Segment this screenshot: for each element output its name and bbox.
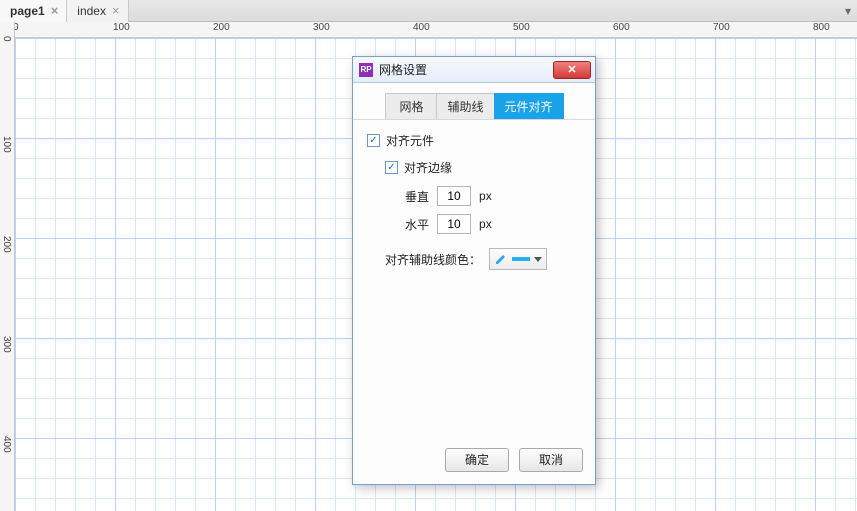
ruler-tick: 200 <box>213 22 230 33</box>
grid-settings-dialog: RP 网格设置 ✕ 网格 辅助线 元件对齐 ✓ 对齐元件 ✓ 对齐边缘 垂直 p… <box>352 56 596 485</box>
horizontal-row: 水平 px <box>405 214 581 234</box>
close-icon[interactable]: × <box>51 4 59 17</box>
align-widgets-row: ✓ 对齐元件 <box>367 132 581 149</box>
tab-label: 网格 <box>399 100 423 114</box>
align-edges-label: 对齐边缘 <box>404 159 452 176</box>
tab-guides[interactable]: 辅助线 <box>436 93 494 119</box>
dialog-title: 网格设置 <box>379 61 427 78</box>
color-swatch <box>512 257 530 261</box>
guide-color-picker[interactable] <box>489 248 547 270</box>
page-tab-label: page1 <box>10 4 45 18</box>
ruler-tick: 800 <box>813 22 830 33</box>
page-tab-label: index <box>77 4 106 18</box>
ruler-tick: 0 <box>15 22 19 33</box>
ruler-tick: 100 <box>113 22 130 33</box>
ruler-tick: 700 <box>713 22 730 33</box>
horizontal-ruler: 0 100 200 300 400 500 600 700 800 <box>15 22 857 38</box>
app-icon: RP <box>359 63 373 77</box>
align-widgets-checkbox[interactable]: ✓ <box>367 134 380 147</box>
close-icon[interactable]: × <box>112 4 120 17</box>
dialog-footer: 确定 取消 <box>353 440 595 484</box>
align-edges-row: ✓ 对齐边缘 <box>385 159 581 176</box>
ruler-tick: 300 <box>313 22 330 33</box>
ruler-tick: 400 <box>1 436 12 453</box>
align-widgets-label: 对齐元件 <box>386 132 434 149</box>
cancel-button[interactable]: 取消 <box>519 448 583 472</box>
tabs-overflow-button[interactable]: ▾ <box>839 4 857 18</box>
guide-color-row: 对齐辅助线颜色： <box>385 248 581 270</box>
unit-label: px <box>479 217 492 231</box>
dialog-tabs: 网格 辅助线 元件对齐 <box>353 83 595 120</box>
tab-widget-align[interactable]: 元件对齐 <box>494 93 564 119</box>
page-tab-index[interactable]: index × <box>67 0 128 22</box>
dialog-titlebar[interactable]: RP 网格设置 ✕ <box>353 57 595 83</box>
button-label: 取消 <box>539 453 563 467</box>
align-edges-checkbox[interactable]: ✓ <box>385 161 398 174</box>
unit-label: px <box>479 189 492 203</box>
vertical-input[interactable] <box>437 186 471 206</box>
ruler-tick: 600 <box>613 22 630 33</box>
tab-label: 元件对齐 <box>505 100 553 114</box>
ruler-tick: 500 <box>513 22 530 33</box>
page-tabs: page1 × index × ▾ <box>0 0 857 22</box>
pencil-icon <box>494 252 508 266</box>
horizontal-input[interactable] <box>437 214 471 234</box>
horizontal-label: 水平 <box>405 216 429 233</box>
ruler-tick: 200 <box>1 236 12 253</box>
button-label: 确定 <box>465 453 489 467</box>
vertical-ruler: 0 100 200 300 400 <box>0 22 15 511</box>
tab-label: 辅助线 <box>447 100 483 114</box>
page-tab-page1[interactable]: page1 × <box>0 0 67 22</box>
close-button[interactable]: ✕ <box>553 61 591 79</box>
tab-grid[interactable]: 网格 <box>385 93 437 119</box>
ruler-tick: 100 <box>1 136 12 153</box>
ruler-tick: 400 <box>413 22 430 33</box>
dialog-body: ✓ 对齐元件 ✓ 对齐边缘 垂直 px 水平 px 对齐辅助线颜色： <box>353 120 595 440</box>
chevron-down-icon: ▾ <box>845 4 851 18</box>
ok-button[interactable]: 确定 <box>445 448 509 472</box>
ruler-tick: 0 <box>1 36 12 42</box>
ruler-tick: 300 <box>1 336 12 353</box>
close-icon: ✕ <box>567 63 576 76</box>
vertical-label: 垂直 <box>405 188 429 205</box>
vertical-row: 垂直 px <box>405 186 581 206</box>
guide-color-label: 对齐辅助线颜色： <box>385 251 481 268</box>
chevron-down-icon <box>534 257 542 262</box>
